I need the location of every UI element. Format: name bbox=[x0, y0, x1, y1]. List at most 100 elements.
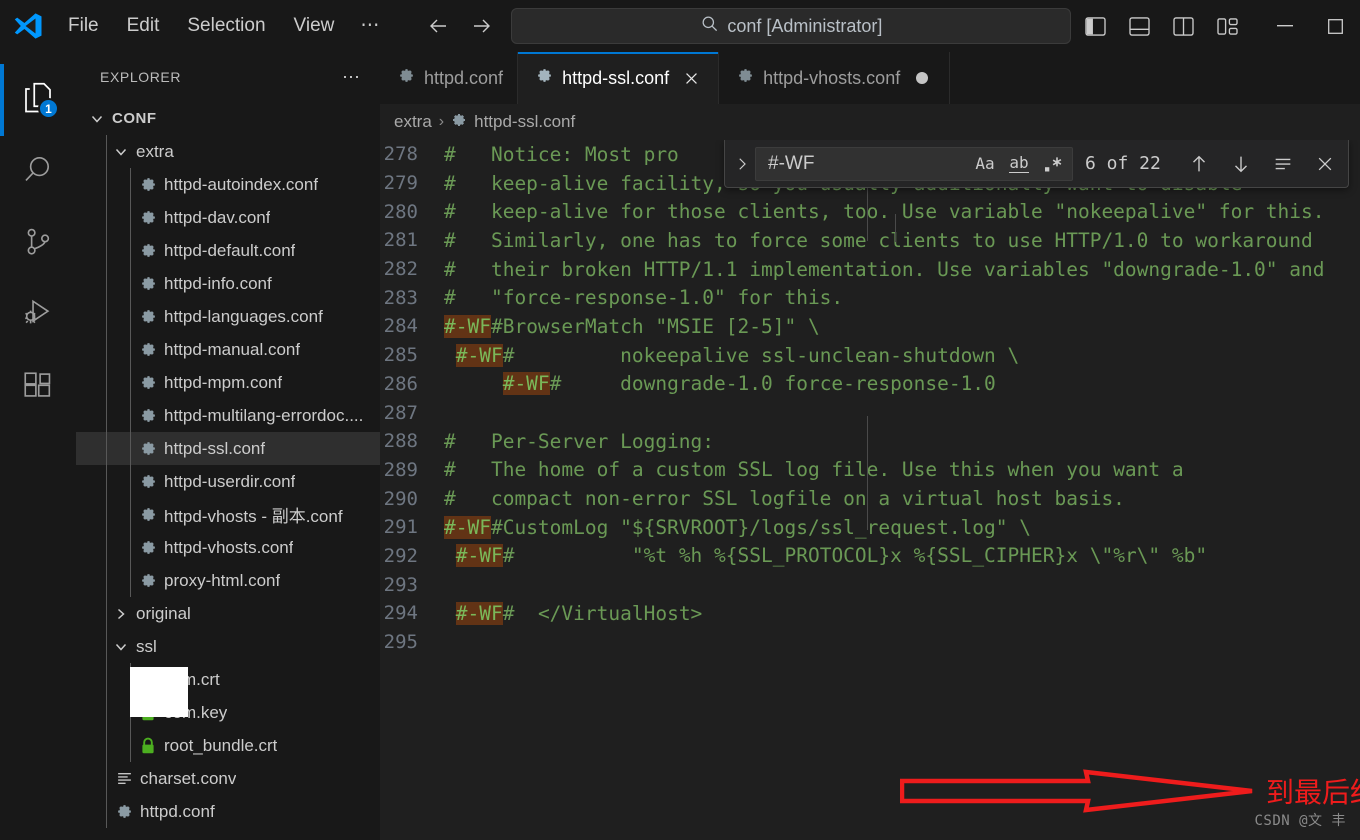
tree-item-httpd-conf[interactable]: httpd.conf bbox=[76, 795, 380, 828]
gear-icon bbox=[136, 308, 160, 325]
code-line: 285 #-WF# nokeepalive ssl-unclean-shutdo… bbox=[380, 341, 1360, 370]
arrow-right-icon[interactable] bbox=[469, 13, 495, 39]
tab-httpd-vhosts-conf[interactable]: httpd-vhosts.conf bbox=[719, 52, 951, 104]
line-number: 287 bbox=[383, 401, 418, 424]
chevron-down-icon[interactable] bbox=[112, 143, 130, 161]
tree-item-label: httpd-multilang-errordoc.... bbox=[164, 405, 364, 425]
line-content: # compact non-error SSL logfile on a vir… bbox=[444, 487, 1125, 511]
find-previous-button[interactable] bbox=[1186, 151, 1212, 177]
chevron-down-icon[interactable] bbox=[88, 110, 106, 128]
tree-item-ssl[interactable]: ssl bbox=[76, 630, 380, 663]
find-actions bbox=[1186, 151, 1342, 177]
find-next-button[interactable] bbox=[1228, 151, 1254, 177]
toggle-secondary-sidebar-icon[interactable] bbox=[1172, 15, 1194, 37]
tree-indent-guide bbox=[130, 333, 131, 366]
gear-icon bbox=[536, 67, 553, 89]
chevron-down-icon[interactable] bbox=[112, 638, 130, 656]
tree-item-httpd-languages-conf[interactable]: httpd-languages.conf bbox=[76, 300, 380, 333]
gear-icon bbox=[112, 803, 136, 820]
find-input-wrapper[interactable]: Aa ab bbox=[755, 146, 1073, 181]
customize-layout-icon[interactable] bbox=[1216, 15, 1238, 37]
tree-item-httpd-dav-conf[interactable]: httpd-dav.conf bbox=[76, 201, 380, 234]
gear-icon bbox=[398, 67, 415, 89]
tree-indent-guide bbox=[130, 729, 131, 762]
tree-item-root-bundle-crt[interactable]: root_bundle.crt bbox=[76, 729, 380, 762]
tab-label: httpd-ssl.conf bbox=[562, 67, 670, 88]
tree-item-label: httpd.conf bbox=[140, 801, 215, 821]
activitybar-item-run-debug[interactable] bbox=[0, 280, 76, 352]
activitybar-item-explorer[interactable]: 1 bbox=[0, 64, 76, 136]
tree-item-httpd-userdir-conf[interactable]: httpd-userdir.conf bbox=[76, 465, 380, 498]
tree-item-original[interactable]: original bbox=[76, 597, 380, 630]
layout-controls bbox=[1084, 15, 1260, 37]
tree-item-charset-conv[interactable]: charset.conv bbox=[76, 762, 380, 795]
tree-indent-guide bbox=[130, 531, 131, 564]
tree-item-httpd-info-conf[interactable]: httpd-info.conf bbox=[76, 267, 380, 300]
tab-httpd-conf[interactable]: httpd.conf bbox=[380, 52, 519, 104]
dirty-indicator[interactable] bbox=[909, 65, 935, 91]
find-in-selection-toggle[interactable] bbox=[1270, 151, 1296, 177]
tree-item-httpd-manual-conf[interactable]: httpd-manual.conf bbox=[76, 333, 380, 366]
tree-item-com-crt[interactable]: com.crt bbox=[76, 663, 380, 696]
activitybar-item-search[interactable] bbox=[0, 136, 76, 208]
toggle-primary-sidebar-icon[interactable] bbox=[1084, 15, 1106, 37]
tree-item-label: httpd-manual.conf bbox=[164, 339, 301, 359]
tree-item-proxy-html-conf[interactable]: proxy-html.conf bbox=[76, 564, 380, 597]
tree-item-httpd-vhosts-conf[interactable]: httpd-vhosts.conf bbox=[76, 531, 380, 564]
tree-item-httpd-vhosts-conf[interactable]: httpd-vhosts - 副本.conf bbox=[76, 498, 380, 531]
line-content: #-WF# </VirtualHost> bbox=[455, 601, 703, 625]
tree-item-label: httpd-ssl.conf bbox=[164, 438, 266, 458]
close-find-button[interactable] bbox=[1312, 151, 1338, 177]
tree-item-httpd-autoindex-conf[interactable]: httpd-autoindex.conf bbox=[76, 168, 380, 201]
right-arrow-icon bbox=[899, 768, 1260, 818]
tree-item-com-key[interactable]: com.key bbox=[76, 696, 380, 729]
tree-indent-guide bbox=[130, 498, 131, 531]
find-match-highlight: #-WF bbox=[444, 314, 491, 338]
tree-indent-guide bbox=[130, 366, 131, 399]
tree-indent-guide bbox=[130, 300, 131, 333]
gear-icon bbox=[136, 539, 160, 556]
activitybar-item-source-control[interactable] bbox=[0, 208, 76, 280]
activitybar-item-extensions[interactable] bbox=[0, 352, 76, 424]
menu-view[interactable]: View bbox=[282, 11, 347, 42]
chevron-right-icon[interactable] bbox=[112, 605, 130, 623]
toggle-replace-icon[interactable] bbox=[729, 140, 755, 187]
breadcrumb-segment-folder[interactable]: extra bbox=[394, 112, 432, 132]
tree-item-label: root_bundle.crt bbox=[164, 735, 278, 755]
line-number: 278 bbox=[383, 143, 418, 166]
tree-item-label: httpd-userdir.conf bbox=[164, 471, 296, 491]
tree-item-httpd-multilang-errordoc[interactable]: httpd-multilang-errordoc.... bbox=[76, 399, 380, 432]
breadcrumb-segment-file[interactable]: httpd-ssl.conf bbox=[451, 112, 575, 133]
tree-indent-guide bbox=[130, 564, 131, 597]
lock-icon bbox=[136, 737, 160, 755]
arrow-left-icon[interactable] bbox=[425, 13, 451, 39]
menu-more[interactable]: ⋯ bbox=[350, 11, 391, 42]
code-editor[interactable]: 278 # Notice: Most pro 279 # keep-alive fac… bbox=[380, 140, 1360, 840]
menu-edit[interactable]: Edit bbox=[115, 11, 172, 42]
code-line: 281 # Similarly, one has to force some cl… bbox=[380, 226, 1360, 255]
find-input[interactable] bbox=[768, 152, 970, 175]
whole-word-toggle[interactable]: ab bbox=[1004, 150, 1034, 178]
minimize-button[interactable] bbox=[1260, 0, 1310, 52]
tree-indent-guide bbox=[106, 630, 107, 663]
tree-item-httpd-default-conf[interactable]: httpd-default.conf bbox=[76, 234, 380, 267]
match-case-toggle[interactable]: Aa bbox=[970, 150, 1000, 178]
toggle-panel-icon[interactable] bbox=[1128, 15, 1150, 37]
line-number: 288 bbox=[383, 430, 418, 453]
menu-file[interactable]: File bbox=[56, 11, 111, 42]
sidebar-more-actions[interactable]: ⋯ bbox=[334, 67, 370, 88]
tree-item-conf[interactable]: CONF bbox=[76, 102, 380, 135]
command-center[interactable]: conf [Administrator] bbox=[511, 8, 1072, 44]
menu-selection[interactable]: Selection bbox=[175, 11, 277, 42]
gear-icon bbox=[136, 506, 160, 523]
tab-httpd-ssl-conf[interactable]: httpd-ssl.conf bbox=[518, 52, 720, 104]
tree-indent-guide bbox=[106, 234, 107, 267]
tree-item-extra[interactable]: extra bbox=[76, 135, 380, 168]
gear-icon bbox=[136, 407, 160, 424]
tree-item-label: httpd-autoindex.conf bbox=[164, 174, 319, 194]
close-icon[interactable] bbox=[678, 65, 704, 91]
tree-item-httpd-mpm-conf[interactable]: httpd-mpm.conf bbox=[76, 366, 380, 399]
tree-item-httpd-ssl-conf[interactable]: httpd-ssl.conf bbox=[76, 432, 380, 465]
regex-toggle[interactable] bbox=[1038, 150, 1068, 178]
maximize-button[interactable] bbox=[1310, 0, 1360, 52]
